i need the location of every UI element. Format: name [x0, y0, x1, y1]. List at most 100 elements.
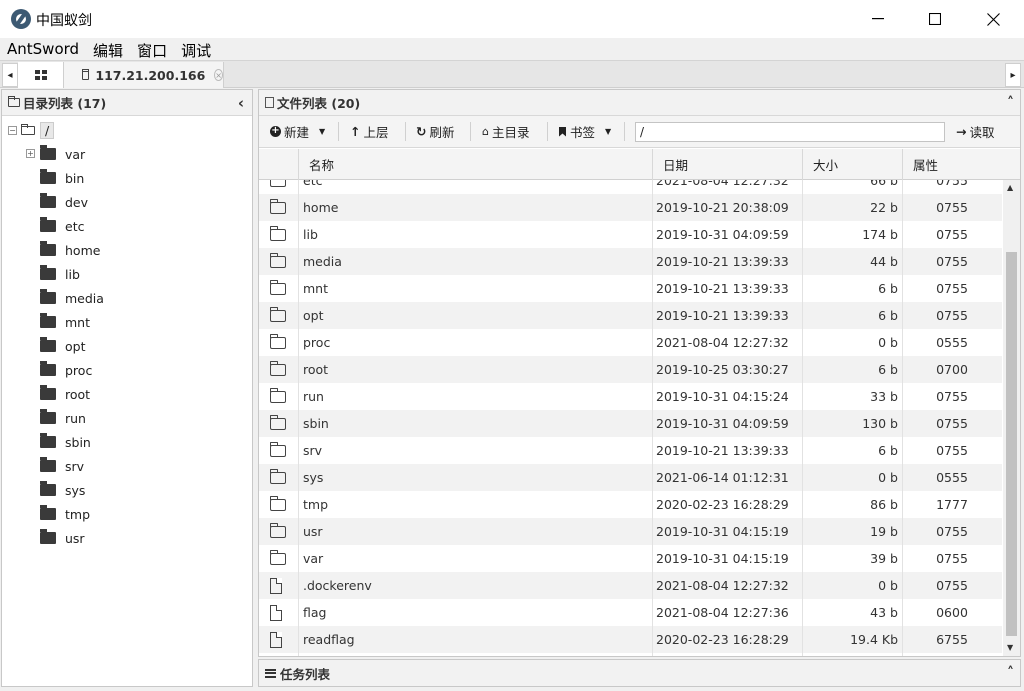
tree-item-label: lib: [65, 266, 80, 282]
row-icon-cell: [270, 572, 282, 599]
tree-item-label: usr: [65, 530, 85, 546]
menu-bar: AntSword 编辑 窗口 调试: [0, 38, 1024, 60]
tab-scroll-left-icon[interactable]: ◂: [2, 63, 18, 87]
expand-up-icon[interactable]: ˄: [1007, 665, 1014, 681]
tree-item-var[interactable]: + var: [26, 142, 86, 166]
cell-size: 0 b: [878, 578, 898, 593]
scroll-down-icon[interactable]: ▼: [1007, 643, 1013, 652]
cell-name: var: [303, 551, 324, 566]
tree-item-label: bin: [65, 170, 85, 186]
tree-item-lib[interactable]: lib: [40, 262, 80, 286]
vertical-scrollbar[interactable]: ▲ ▼: [1003, 180, 1020, 656]
cell-perm: 0755: [936, 281, 968, 296]
table-row[interactable]: mnt 2019-10-21 13:39:33 6 b 0755: [259, 275, 1002, 302]
cell-perm: 1777: [936, 497, 968, 512]
tree-item-mnt[interactable]: mnt: [40, 310, 90, 334]
table-row[interactable]: lib 2019-10-31 04:09:59 174 b 0755: [259, 221, 1002, 248]
refresh-icon: ↻: [416, 124, 427, 139]
cell-perm: 0755: [936, 200, 968, 215]
arrow-right-icon: →: [956, 124, 967, 139]
cell-size: 86 b: [870, 497, 898, 512]
tab-close-icon[interactable]: ×: [214, 69, 223, 81]
path-input[interactable]: [635, 122, 945, 142]
tree-item-dev[interactable]: dev: [40, 190, 88, 214]
table-row[interactable]: usr 2019-10-31 04:15:19 19 b 0755: [259, 518, 1002, 545]
cell-perm: 0755: [936, 578, 968, 593]
cell-perm: 0755: [936, 308, 968, 323]
minimize-button[interactable]: [849, 0, 907, 38]
home-button[interactable]: ⌂ 主目录: [482, 116, 530, 147]
tree-item-sys[interactable]: sys: [40, 478, 85, 502]
up-button[interactable]: ↑ 上层: [350, 116, 389, 147]
menu-debug[interactable]: 调试: [174, 38, 218, 60]
menu-edit[interactable]: 编辑: [86, 38, 130, 60]
table-row[interactable]: run 2019-10-31 04:15:24 33 b 0755: [259, 383, 1002, 410]
tree-item-proc[interactable]: proc: [40, 358, 92, 382]
tree-item-bin[interactable]: bin: [40, 166, 84, 190]
table-row[interactable]: .dockerenv 2021-08-04 12:27:32 0 b 0755: [259, 572, 1002, 599]
tab-scroll-right-icon[interactable]: ▸: [1005, 63, 1021, 87]
menu-antsword[interactable]: AntSword: [0, 38, 86, 60]
tab-host[interactable]: 117.21.200.166 ×: [64, 62, 224, 88]
expand-tree-icon[interactable]: +: [26, 149, 35, 158]
window-title: 中国蚁剑: [36, 13, 92, 29]
cell-perm: 0755: [936, 389, 968, 404]
table-row[interactable]: home 2019-10-21 20:38:09 22 b 0755: [259, 194, 1002, 221]
tree-item-tmp[interactable]: tmp: [40, 502, 90, 526]
cell-perm: 0600: [936, 605, 968, 620]
tree-root[interactable]: − /: [8, 118, 55, 142]
cell-size: 22 b: [870, 200, 898, 215]
collapse-up-icon[interactable]: ˄: [1007, 95, 1014, 111]
tree-item-etc[interactable]: etc: [40, 214, 84, 238]
column-date[interactable]: 日期: [652, 149, 802, 180]
table-row[interactable]: root 2019-10-25 03:30:27 6 b 0700: [259, 356, 1002, 383]
close-button[interactable]: [964, 0, 1022, 38]
tab-home-grid[interactable]: [18, 62, 64, 88]
maximize-button[interactable]: [906, 0, 964, 38]
new-button[interactable]: + 新建 ▼: [270, 116, 325, 147]
column-size[interactable]: 大小: [802, 149, 902, 180]
cell-size: 33 b: [870, 389, 898, 404]
menu-window[interactable]: 窗口: [130, 38, 174, 60]
refresh-button[interactable]: ↻ 刷新: [416, 116, 455, 147]
column-perm[interactable]: 属性: [902, 149, 1002, 180]
table-row[interactable]: tmp 2020-02-23 16:28:29 86 b 1777: [259, 491, 1002, 518]
cell-perm: 0755: [936, 227, 968, 242]
table-row[interactable]: etc 2021-08-04 12:27:32 66 b 0755: [259, 180, 1002, 194]
table-row[interactable]: proc 2021-08-04 12:27:32 0 b 0555: [259, 329, 1002, 356]
column-name[interactable]: 名称: [298, 149, 652, 180]
tree-item-label: var: [65, 146, 86, 162]
table-row[interactable]: media 2019-10-21 13:39:33 44 b 0755: [259, 248, 1002, 275]
tree-item-sbin[interactable]: sbin: [40, 430, 91, 454]
collapse-left-icon[interactable]: ‹: [238, 94, 244, 112]
column-divider: [802, 180, 803, 656]
tree-item-opt[interactable]: opt: [40, 334, 85, 358]
tree-item-srv[interactable]: srv: [40, 454, 84, 478]
folder-icon: [270, 252, 286, 268]
tree-item-root[interactable]: root: [40, 382, 90, 406]
scroll-up-icon[interactable]: ▲: [1007, 183, 1013, 192]
cell-name: opt: [303, 308, 324, 323]
table-row[interactable]: readflag 2020-02-23 16:28:29 19.4 Kb 6755: [259, 626, 1002, 653]
table-row[interactable]: srv 2019-10-21 13:39:33 6 b 0755: [259, 437, 1002, 464]
refresh-button-label: 刷新: [429, 125, 455, 140]
collapse-tree-icon[interactable]: −: [8, 125, 17, 135]
read-button[interactable]: → 读取: [956, 116, 995, 147]
table-row[interactable]: var 2019-10-31 04:15:19 39 b 0755: [259, 545, 1002, 572]
tree-item-usr[interactable]: usr: [40, 526, 85, 550]
table-row[interactable]: sbin 2019-10-31 04:09:59 130 b 0755: [259, 410, 1002, 437]
table-row[interactable]: sys 2021-06-14 01:12:31 0 b 0555: [259, 464, 1002, 491]
folder-icon: [40, 217, 56, 232]
antsword-logo-icon: [11, 9, 31, 29]
cell-perm: 6755: [936, 632, 968, 647]
column-divider: [298, 180, 299, 656]
tree-item-home[interactable]: home: [40, 238, 100, 262]
scrollbar-thumb[interactable]: [1006, 252, 1017, 636]
bookmark-button[interactable]: 书签 ▼: [559, 116, 611, 147]
tree-item-label: media: [65, 290, 104, 306]
table-row[interactable]: flag 2021-08-04 12:27:36 43 b 0600: [259, 599, 1002, 626]
table-row[interactable]: opt 2019-10-21 13:39:33 6 b 0755: [259, 302, 1002, 329]
folder-icon: [270, 414, 286, 430]
tree-item-media[interactable]: media: [40, 286, 104, 310]
tree-item-run[interactable]: run: [40, 406, 86, 430]
